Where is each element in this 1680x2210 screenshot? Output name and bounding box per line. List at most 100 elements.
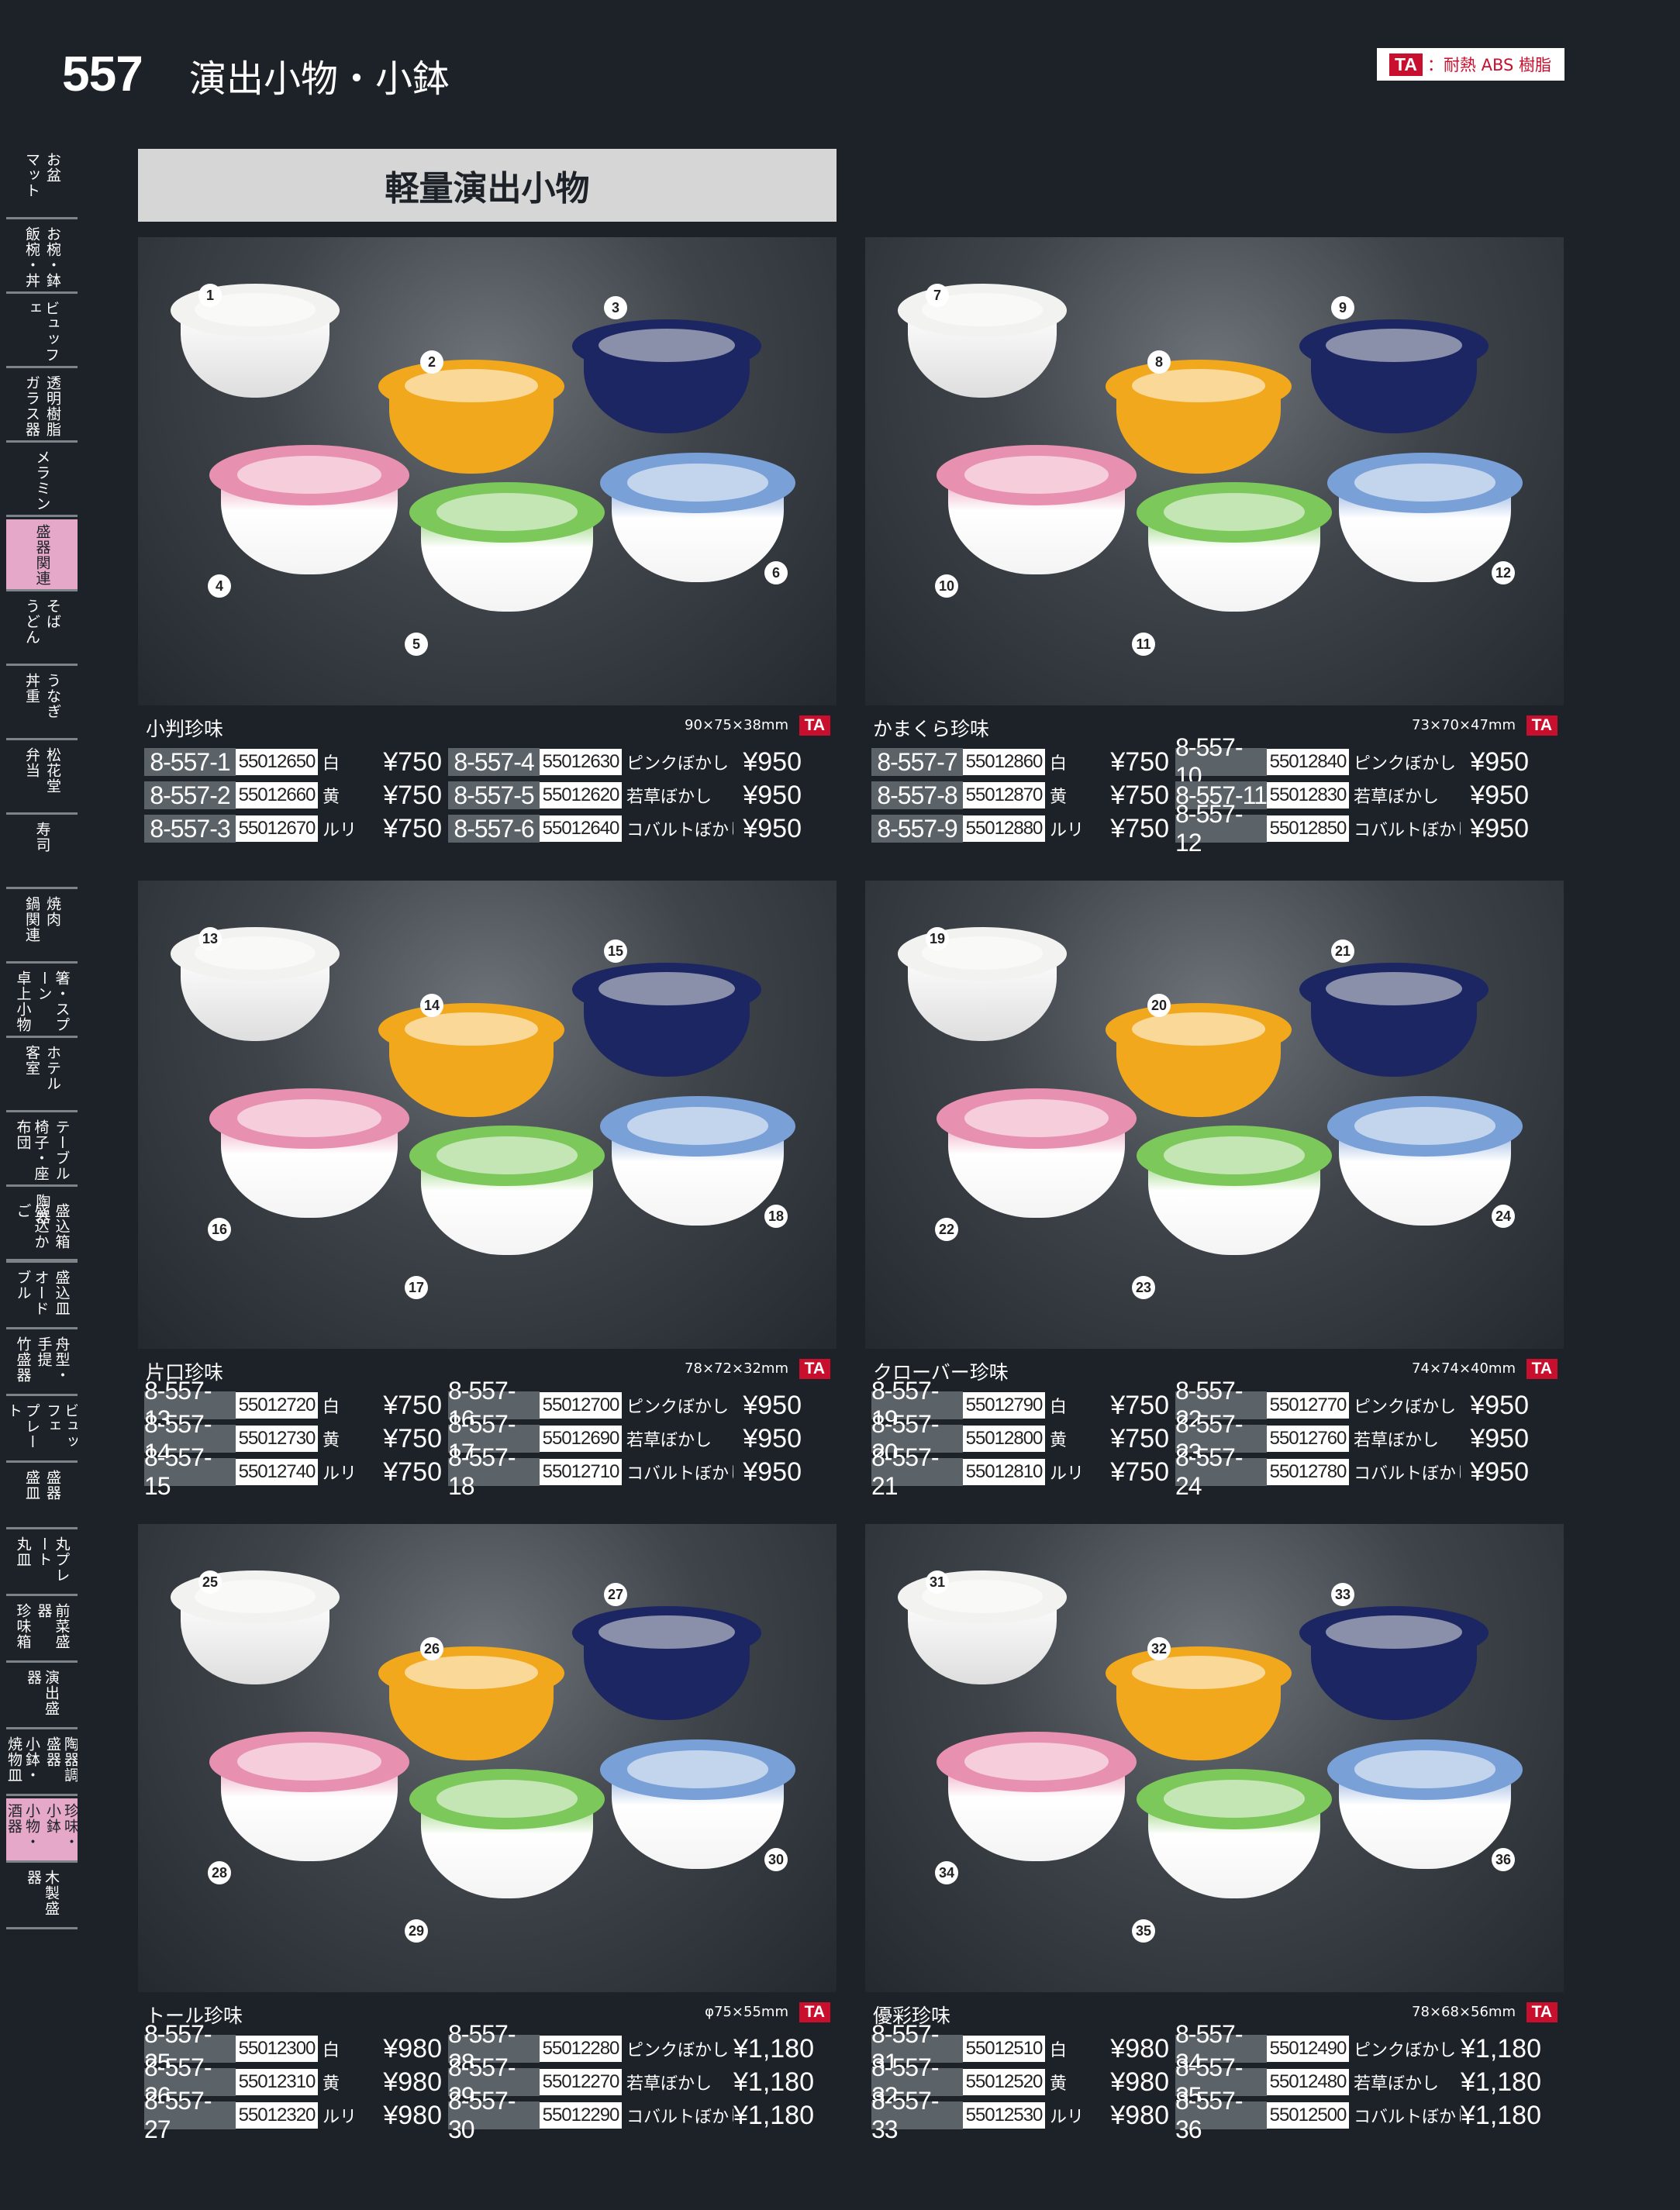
sidebar-tab[interactable]: ホテル 客室 bbox=[6, 1040, 78, 1112]
color-name: 若草ぼかし bbox=[626, 2074, 712, 2094]
product-code: 8-557-9 bbox=[871, 815, 963, 843]
jan-code: 55012660 bbox=[236, 782, 318, 808]
price: ¥1,180 bbox=[1461, 2067, 1541, 2097]
price: ¥1,180 bbox=[1461, 2100, 1541, 2130]
item-number-badge: 16 bbox=[208, 1218, 231, 1241]
jan-code: 55012730 bbox=[236, 1426, 318, 1452]
sidebar-tab[interactable]: 丸プレート 丸皿 bbox=[6, 1532, 78, 1596]
bowl-rim bbox=[171, 927, 340, 981]
material-badge: TA bbox=[1526, 715, 1558, 736]
sidebar-tab-label: 丸プレート bbox=[35, 1536, 71, 1583]
color-name: 白 bbox=[1050, 1398, 1068, 1417]
sidebar-tab[interactable]: 前菜盛器 珍味箱 bbox=[6, 1598, 78, 1663]
sidebar-tab[interactable]: お盆 マット bbox=[6, 147, 78, 219]
product-code: 8-557-10 bbox=[1175, 733, 1267, 790]
sidebar-tab[interactable]: 焼肉 鍋関連 bbox=[6, 891, 78, 964]
sidebar-tab[interactable]: 盛器関連 bbox=[6, 519, 78, 591]
bowl-rim bbox=[898, 1570, 1067, 1624]
sidebar-tab[interactable]: 演出盛器 bbox=[6, 1665, 78, 1729]
price-row: 8-557-1 55012650 白 ¥750 8-557-4 55012630 ピンクぼか… bbox=[144, 746, 802, 777]
sidebar-tab[interactable]: 盛込箱 盛込かご bbox=[6, 1198, 78, 1263]
product-code: 8-557-15 bbox=[144, 1443, 236, 1500]
item-number-badge: 21 bbox=[1331, 940, 1354, 963]
sidebar-tab-label: メラミン bbox=[33, 450, 51, 512]
sidebar-tab[interactable]: 珍味・小鉢 小物・酒器 bbox=[6, 1798, 78, 1863]
jan-code: 55012640 bbox=[540, 815, 622, 842]
section-header: 軽量演出小物 bbox=[138, 149, 837, 222]
bowl-white bbox=[171, 284, 340, 400]
color-name: ルリ bbox=[1050, 2108, 1085, 2127]
product-code: 8-557-36 bbox=[1175, 2087, 1267, 2143]
bowl-yellow bbox=[378, 360, 564, 476]
item-number-badge: 1 bbox=[198, 284, 222, 307]
sidebar-tab-label: ビュッフェ bbox=[44, 1403, 78, 1450]
jan-code: 55012650 bbox=[236, 749, 318, 775]
jan-code: 55012700 bbox=[540, 1392, 622, 1419]
sidebar-tab[interactable]: ビュッフェ bbox=[6, 296, 78, 368]
product-size: 78×68×56mm bbox=[1412, 2004, 1516, 2020]
sidebar-tab[interactable]: お椀・鉢 飯椀・丼 bbox=[6, 222, 78, 294]
jan-code: 55012710 bbox=[540, 1459, 622, 1485]
sidebar-tab-label: 小鉢・焼物皿 bbox=[6, 1736, 40, 1783]
sidebar-tab[interactable]: 陶器調盛器 小鉢・焼物皿 bbox=[6, 1732, 78, 1796]
bowl-rim bbox=[378, 360, 564, 413]
price: ¥950 bbox=[1470, 1423, 1529, 1453]
item-number-badge: 15 bbox=[604, 940, 627, 963]
bowl-rim bbox=[572, 963, 761, 1016]
bowl-rim bbox=[1137, 1769, 1332, 1830]
sidebar-tab-label: 竹盛器 bbox=[14, 1336, 32, 1383]
sidebar-tab[interactable]: そば うどん bbox=[6, 594, 78, 666]
product-code: 8-557-1 bbox=[144, 748, 236, 776]
sidebar-tab-label: 盛込箱 bbox=[53, 1203, 71, 1250]
material-badge: TA bbox=[799, 715, 830, 736]
bowl-yellow bbox=[378, 1646, 564, 1763]
product-code: 8-557-5 bbox=[448, 781, 540, 809]
sidebar-tab[interactable]: 箸・スプーン 卓上小物 bbox=[6, 966, 78, 1038]
bowl-pink bbox=[937, 445, 1137, 577]
sidebar-tab[interactable]: 透明樹脂 ガラス器 bbox=[6, 371, 78, 443]
color-name: 白 bbox=[323, 2041, 340, 2060]
jan-code: 55012310 bbox=[236, 2069, 318, 2095]
jan-code: 55012850 bbox=[1267, 815, 1349, 842]
bowl-pink bbox=[209, 1088, 409, 1220]
sidebar-tab-label: ホテル bbox=[44, 1045, 61, 1091]
sidebar-tab-label: 卓上小物 bbox=[14, 971, 32, 1033]
jan-code: 55012490 bbox=[1267, 2036, 1349, 2062]
jan-code: 55012740 bbox=[236, 1459, 318, 1485]
sidebar-tab[interactable]: 舟型・手提 竹盛器 bbox=[6, 1332, 78, 1396]
bowl-cobalt bbox=[1327, 1096, 1523, 1228]
sidebar-tab[interactable]: メラミン bbox=[6, 445, 78, 517]
material-badge: TA bbox=[799, 2002, 830, 2022]
jan-code: 55012860 bbox=[963, 749, 1045, 775]
sidebar-tab-label: マット bbox=[23, 152, 40, 198]
sidebar-tab[interactable]: 寿司 bbox=[6, 817, 78, 889]
sidebar-tab-label: 前菜盛器 bbox=[35, 1603, 71, 1650]
price: ¥750 bbox=[1110, 1390, 1169, 1420]
sidebar-tab[interactable]: うなぎ 丼重 bbox=[6, 668, 78, 740]
sidebar-tab-label: お椀・鉢 bbox=[44, 226, 61, 288]
bowl-cobalt bbox=[1327, 453, 1523, 584]
product-panel: 19 20 21 22 23 24 クローバー珍味 74×74×40mm TA 8-557-19 5… bbox=[865, 881, 1564, 1500]
jan-code: 55012530 bbox=[963, 2102, 1045, 2129]
sidebar-tab[interactable]: 盛器 盛皿 bbox=[6, 1465, 78, 1529]
bowl-green bbox=[409, 1126, 605, 1257]
bowl-rim bbox=[209, 1732, 409, 1793]
jan-code: 55012630 bbox=[540, 749, 622, 775]
sidebar-tab[interactable]: テーブル 椅子・座布団 bbox=[6, 1115, 78, 1187]
color-name: 白 bbox=[1050, 754, 1068, 774]
price-row: 8-557-9 55012880 ルリ ¥750 8-557-12 55012850 コバル… bbox=[871, 800, 1529, 857]
bowl-ruri bbox=[572, 319, 761, 436]
bowl-rim bbox=[1106, 360, 1292, 413]
sidebar-tab[interactable]: 盛込皿 オードブル bbox=[6, 1265, 78, 1329]
product-size: 73×70×47mm bbox=[1412, 717, 1516, 733]
jan-code: 55012520 bbox=[963, 2069, 1045, 2095]
sidebar-tab[interactable]: ビュッフェ プレート bbox=[6, 1398, 78, 1463]
bowl-rim bbox=[409, 482, 605, 543]
sidebar-tab[interactable]: 木製盛器 bbox=[6, 1865, 78, 1929]
color-name: 黄 bbox=[1050, 788, 1068, 807]
sidebar-tab[interactable]: 松花堂 弁当 bbox=[6, 743, 78, 815]
item-number-badge: 29 bbox=[405, 1919, 428, 1943]
color-name: 白 bbox=[323, 754, 340, 774]
item-number-badge: 35 bbox=[1132, 1919, 1155, 1943]
item-number-badge: 33 bbox=[1331, 1583, 1354, 1606]
